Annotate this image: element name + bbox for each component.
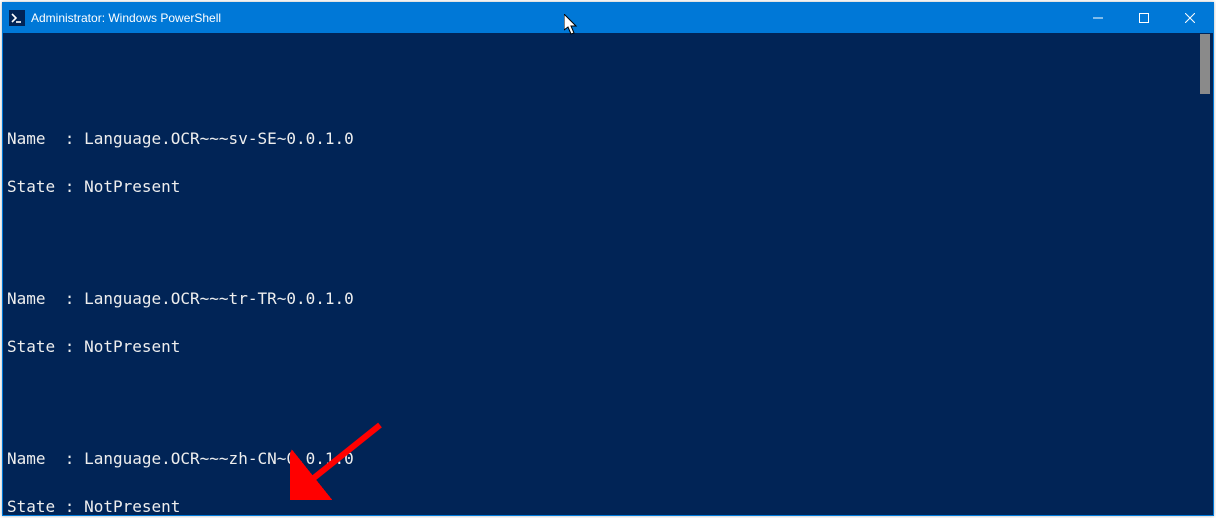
powershell-window: Administrator: Windows PowerShell Name :… — [2, 2, 1214, 516]
name-label: Name : — [7, 449, 84, 468]
name-label: Name : — [7, 129, 84, 148]
output-line: Name : Language.OCR~~~zh-CN~0.0.1.0 — [7, 451, 1209, 467]
blank-line — [7, 227, 1209, 243]
window-title: Administrator: Windows PowerShell — [31, 11, 221, 25]
blank-line — [7, 67, 1209, 83]
output-line: State : NotPresent — [7, 339, 1209, 355]
name-value: Language.OCR~~~tr-TR~0.0.1.0 — [84, 289, 354, 308]
state-value: NotPresent — [84, 177, 180, 196]
output-line: Name : Language.OCR~~~tr-TR~0.0.1.0 — [7, 291, 1209, 307]
output-line: State : NotPresent — [7, 179, 1209, 195]
state-label: State : — [7, 337, 84, 356]
powershell-icon — [9, 10, 25, 26]
name-label: Name : — [7, 289, 84, 308]
name-value: Language.OCR~~~zh-CN~0.0.1.0 — [84, 449, 354, 468]
state-label: State : — [7, 497, 84, 515]
maximize-button[interactable] — [1121, 3, 1167, 33]
minimize-button[interactable] — [1075, 3, 1121, 33]
close-button[interactable] — [1167, 3, 1213, 33]
terminal-area[interactable]: Name : Language.OCR~~~sv-SE~0.0.1.0 Stat… — [3, 33, 1213, 515]
state-label: State : — [7, 177, 84, 196]
state-value: NotPresent — [84, 337, 180, 356]
blank-line — [7, 387, 1209, 403]
name-value: Language.OCR~~~sv-SE~0.0.1.0 — [84, 129, 354, 148]
scrollbar-thumb[interactable] — [1200, 34, 1210, 94]
state-value: NotPresent — [84, 497, 180, 515]
titlebar[interactable]: Administrator: Windows PowerShell — [3, 3, 1213, 33]
output-line: Name : Language.OCR~~~sv-SE~0.0.1.0 — [7, 131, 1209, 147]
output-line: State : NotPresent — [7, 499, 1209, 515]
